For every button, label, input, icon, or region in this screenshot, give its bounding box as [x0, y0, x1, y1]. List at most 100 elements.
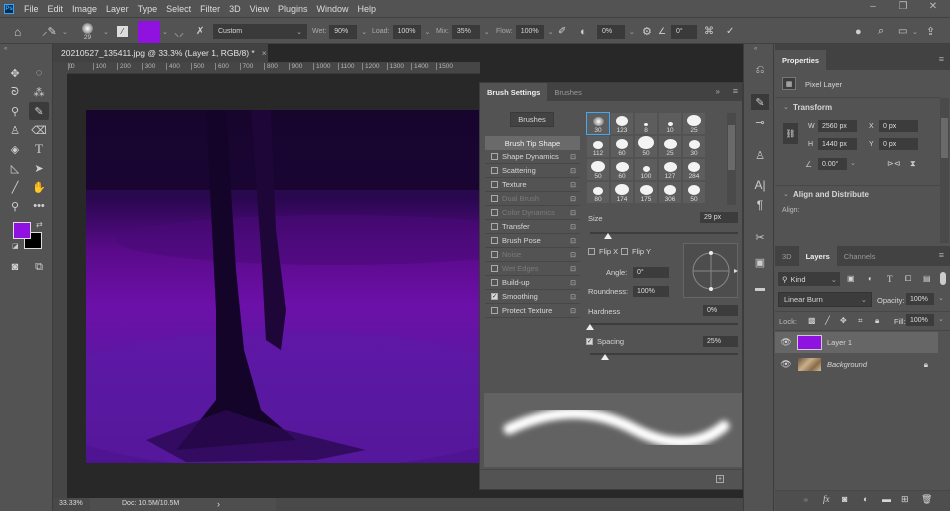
lock-icon[interactable]: ⊡	[570, 181, 576, 189]
chevron-down-icon[interactable]: ⌄	[783, 190, 789, 198]
menu-layer[interactable]: Layer	[106, 4, 129, 14]
width-input[interactable]: 2560 px	[818, 120, 857, 132]
clone-stamp-tool-icon[interactable]: ♙	[5, 121, 25, 139]
new-layer-icon[interactable]: ⊞	[901, 494, 909, 505]
close-window-button[interactable]: ✕	[918, 0, 948, 13]
chevron-down-icon[interactable]: ⌄	[62, 18, 68, 45]
symmetry-icon[interactable]: ✓	[726, 18, 734, 45]
size-slider-thumb[interactable]	[603, 233, 612, 239]
brush-option-brush-pose[interactable]: Brush Pose ⊡	[485, 234, 580, 248]
checkbox[interactable]	[491, 167, 498, 174]
menu-plugins[interactable]: Plugins	[278, 4, 308, 14]
checkbox[interactable]	[491, 153, 498, 160]
brush-tip[interactable]: 50	[635, 136, 657, 157]
brush-picker[interactable]: 29	[82, 18, 93, 45]
size-slider[interactable]	[590, 232, 738, 234]
lock-all-icon[interactable]: 🔒︎	[875, 316, 879, 326]
lock-icon[interactable]: ⊡	[570, 293, 576, 301]
checkbox[interactable]	[491, 195, 498, 202]
checkbox[interactable]	[491, 223, 498, 230]
chevron-down-icon[interactable]: ⌄	[548, 28, 554, 36]
checkbox[interactable]	[491, 279, 498, 286]
brush-tip[interactable]: 284	[683, 159, 705, 180]
brush-option-transfer[interactable]: Transfer ⊡	[485, 220, 580, 234]
layer-row[interactable]: 👁︎ Background 🔒︎	[775, 354, 938, 375]
checkbox[interactable]	[491, 181, 498, 188]
new-group-icon[interactable]: ▬	[882, 494, 891, 504]
rotation-input[interactable]: 0.00°	[818, 158, 847, 170]
hardness-slider[interactable]	[590, 323, 738, 325]
checkbox[interactable]	[491, 307, 498, 314]
brush-tip[interactable]: 174	[611, 182, 633, 203]
adjustments-panel-icon[interactable]: ▬	[751, 280, 769, 296]
foreground-color-swatch[interactable]	[13, 222, 31, 239]
tab-brush-settings[interactable]: Brush Settings	[480, 83, 548, 101]
tab-brushes[interactable]: Brushes	[547, 83, 589, 101]
brush-option-color-dynamics[interactable]: Color Dynamics ⊡	[485, 206, 580, 220]
fx-icon[interactable]: fx	[823, 494, 830, 504]
layer-name[interactable]: Layer 1	[827, 338, 852, 347]
hardness-slider-thumb[interactable]	[586, 324, 594, 330]
flip-vertical-icon[interactable]: ⧗	[910, 159, 916, 169]
link-layers-icon[interactable]: ⚭	[802, 495, 810, 506]
default-colors-icon[interactable]: ◪	[12, 242, 19, 250]
minimize-button[interactable]: –	[858, 0, 888, 13]
chevron-down-icon[interactable]: ⌄	[361, 28, 367, 36]
chevron-down-icon[interactable]: ⌄	[938, 315, 944, 323]
adjustment-layer-icon[interactable]: ◐	[863, 494, 868, 504]
brush-option-noise[interactable]: Noise ⊡	[485, 248, 580, 262]
brush-option-protect-texture[interactable]: Protect Texture ⊡	[485, 304, 580, 318]
lock-icon[interactable]: ⊡	[570, 209, 576, 217]
tab-properties[interactable]: Properties	[775, 50, 827, 70]
flip-horizontal-icon[interactable]: ⊳⊲	[887, 159, 900, 168]
mixer-brush-tool-icon[interactable]: ✎	[29, 102, 49, 120]
brush-tip[interactable]: 25	[683, 113, 705, 134]
visibility-eye-icon[interactable]: 👁︎	[775, 337, 797, 348]
lock-image-icon[interactable]: ╱	[825, 316, 830, 325]
brush-tip[interactable]: 60	[611, 136, 633, 157]
menu-3d[interactable]: 3D	[229, 4, 241, 14]
tab-3d[interactable]: 3D	[775, 246, 799, 266]
blend-mode-select[interactable]: Linear Burn ⌄	[778, 292, 872, 307]
brush-tip[interactable]: 306	[659, 182, 681, 203]
layer-filter-select[interactable]: ⚲ Kind ⌄	[778, 272, 840, 286]
chevron-down-icon[interactable]: ⌄	[783, 103, 789, 111]
type-tool-icon[interactable]: T	[29, 140, 49, 158]
lock-position-icon[interactable]: ✥	[840, 316, 847, 325]
collapse-dock-icon[interactable]: «	[754, 46, 757, 52]
filter-pixel-icon[interactable]: ▣	[847, 274, 855, 283]
eraser-tool-icon[interactable]: ⌫	[29, 121, 49, 139]
flip-y-checkbox[interactable]: Flip Y	[621, 247, 651, 256]
angle-input[interactable]: 0°	[633, 267, 669, 278]
panel-menu-icon[interactable]: ≡	[939, 250, 944, 260]
brush-tip[interactable]: 8	[635, 113, 657, 134]
chevron-down-icon[interactable]: ⌄	[938, 294, 944, 302]
brush-settings-toggle[interactable]: ⁄	[117, 18, 128, 45]
lock-icon[interactable]: ⊡	[570, 195, 576, 203]
lock-icon[interactable]: ⊡	[570, 307, 576, 315]
brush-option-wet-edges[interactable]: Wet Edges ⊡	[485, 262, 580, 276]
tip-grid-scrollbar[interactable]	[727, 113, 736, 205]
brush-tip[interactable]: 50	[683, 182, 705, 203]
panel-menu-icon[interactable]: ≡	[733, 86, 738, 96]
menu-edit[interactable]: Edit	[48, 4, 64, 14]
height-input[interactable]: 1440 px	[818, 138, 857, 150]
filter-smart-object-icon[interactable]: ▤	[923, 274, 931, 283]
expand-panel-icon[interactable]: »	[716, 87, 720, 96]
layer-name[interactable]: Background	[827, 360, 867, 369]
load-brush-icon[interactable]: ⸜⸝	[174, 18, 184, 45]
chevron-down-icon[interactable]: ⌄	[425, 28, 431, 36]
brush-angle-preview[interactable]	[683, 243, 738, 298]
properties-scrollbar[interactable]	[940, 98, 949, 243]
preset-select[interactable]: Custom ⌄	[213, 18, 307, 45]
airbrush-icon[interactable]: ✐	[558, 18, 566, 45]
brush-option-shape-dynamics[interactable]: Shape Dynamics ⊡	[485, 150, 580, 164]
align-distribute-section[interactable]: Align and Distribute	[793, 190, 869, 199]
layer-row[interactable]: 👁︎ Layer 1	[775, 332, 938, 353]
visibility-eye-icon[interactable]: 👁︎	[775, 359, 797, 370]
properties-panel-icon[interactable]: ▣	[751, 254, 769, 270]
lock-icon[interactable]: ⊡	[570, 237, 576, 245]
line-tool-icon[interactable]: ╱	[5, 178, 25, 196]
brush-option-texture[interactable]: Texture ⊡	[485, 178, 580, 192]
brushes-panel-icon[interactable]: ⊸	[751, 114, 769, 130]
